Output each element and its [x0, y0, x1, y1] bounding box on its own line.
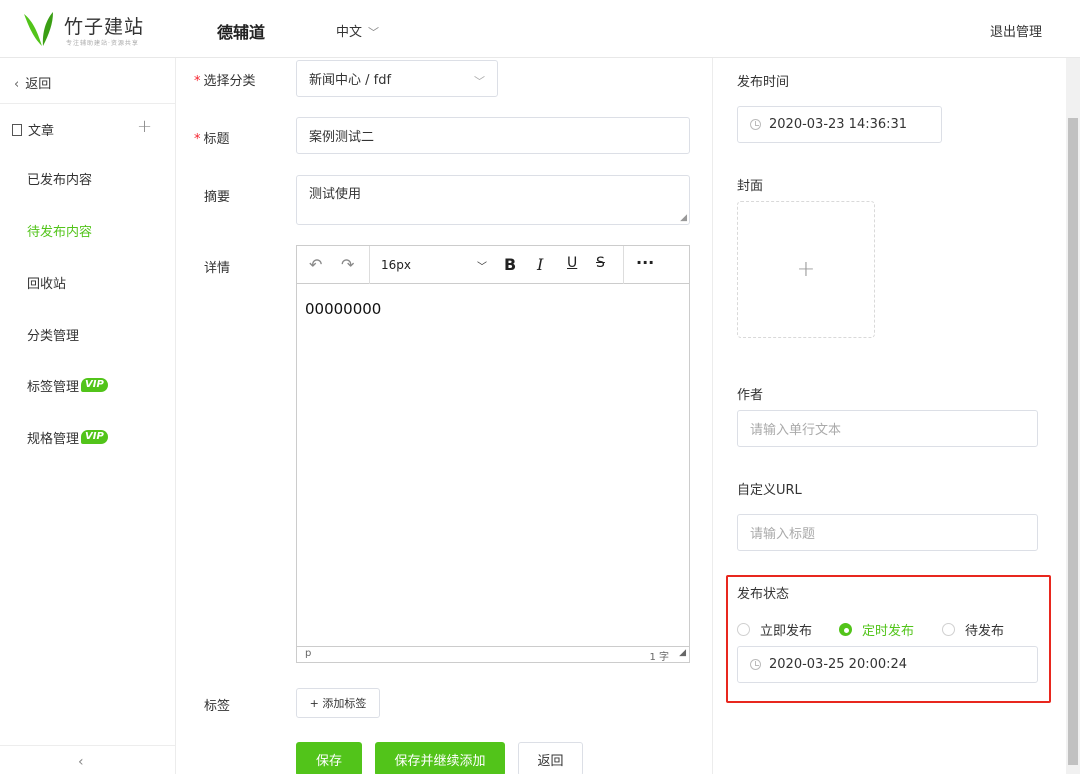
publish-time-value: 2020-03-23 14:36:31	[769, 117, 908, 132]
title-label-text: 标题	[203, 132, 230, 147]
author-label: 作者	[737, 388, 764, 403]
custom-url-placeholder: 请输入标题	[750, 527, 816, 542]
chevron-down-icon: ﹀	[474, 75, 485, 88]
sidebar-item-category[interactable]: 分类管理	[27, 325, 79, 344]
author-input[interactable]: 请输入单行文本	[737, 410, 1038, 447]
sidebar-item-tags[interactable]: 标签管理 VIP	[27, 376, 108, 395]
editor-statusbar: p 1 字 ◢	[297, 646, 689, 663]
back-button[interactable]: 返回	[518, 742, 583, 774]
chevron-down-icon: ﹀	[368, 26, 380, 39]
undo-icon[interactable]: ↶	[309, 255, 322, 274]
cover-label: 封面	[737, 179, 764, 194]
resize-handle-icon[interactable]: ◢	[680, 213, 687, 223]
radio-pending[interactable]: 待发布	[942, 620, 1004, 639]
category-label: * 选择分类	[194, 70, 256, 89]
custom-url-input[interactable]: 请输入标题	[737, 514, 1038, 551]
italic-icon[interactable]: I	[537, 255, 543, 274]
sidebar-item-published[interactable]: 已发布内容	[27, 169, 92, 188]
radio-dot	[942, 623, 955, 636]
sidebar-item-pending[interactable]: 待发布内容	[27, 221, 92, 240]
sidebar-item-label: 规格管理	[27, 432, 80, 447]
bamboo-leaf-icon	[24, 12, 53, 46]
panel-divider	[712, 58, 713, 774]
publish-time-picker[interactable]: 2020-03-23 14:36:31	[737, 106, 942, 143]
scheduled-time-value: 2020-03-25 20:00:24	[769, 657, 908, 672]
summary-label: 摘要	[204, 190, 231, 205]
page-scrollbar[interactable]	[1066, 58, 1080, 774]
tags-label: 标签	[204, 699, 231, 714]
radio-label: 立即发布	[760, 624, 813, 639]
document-icon	[12, 124, 22, 136]
toolbar-separator	[369, 246, 370, 284]
vip-badge: VIP	[81, 378, 108, 392]
required-mark: *	[194, 74, 201, 89]
language-select[interactable]: 中文 ﹀	[336, 21, 379, 40]
add-tag-button[interactable]: + 添加标签	[296, 688, 380, 718]
radio-dot	[839, 623, 852, 636]
radio-dot	[737, 623, 750, 636]
save-button[interactable]: 保存	[296, 742, 362, 774]
sidebar-back-label: 返回	[25, 77, 52, 92]
category-value: 新闻中心 / fdf	[309, 73, 392, 88]
more-icon[interactable]: ···	[636, 253, 654, 272]
category-select[interactable]: 新闻中心 / fdf ﹀	[296, 60, 498, 97]
logout-link[interactable]: 退出管理	[990, 21, 1042, 40]
clock-icon	[750, 659, 761, 670]
chevron-down-icon[interactable]: ﹀	[477, 258, 487, 273]
resize-handle-icon[interactable]: ◢	[679, 648, 686, 658]
language-label: 中文	[336, 25, 363, 40]
word-count: 1 字	[649, 652, 669, 663]
summary-value: 测试使用	[309, 187, 362, 202]
required-mark: *	[194, 132, 201, 147]
editor-content[interactable]: 00000000	[305, 300, 381, 318]
sidebar-section-label: 文章	[28, 124, 55, 139]
element-path: p	[305, 648, 312, 659]
title-value: 案例测试二	[309, 130, 375, 145]
detail-label: 详情	[204, 261, 231, 276]
sidebar-item-specs[interactable]: 规格管理 VIP	[27, 428, 108, 447]
font-size-select[interactable]: 16px	[381, 258, 411, 272]
brand-subtitle: 专注辅助建站·资源共享	[66, 40, 139, 47]
plus-icon: +	[796, 257, 816, 282]
category-label-text: 选择分类	[203, 74, 256, 89]
underline-icon[interactable]: U	[567, 255, 577, 271]
vip-badge: VIP	[81, 430, 108, 444]
summary-textarea[interactable]: 测试使用 ◢	[296, 175, 690, 225]
publish-status-label: 发布状态	[737, 587, 790, 602]
toolbar-separator	[623, 246, 624, 284]
sidebar-divider	[0, 103, 175, 104]
sidebar-back-link[interactable]: ‹ 返回	[14, 73, 51, 92]
sidebar-section-article[interactable]: 文章	[12, 120, 54, 139]
radio-label: 定时发布	[862, 624, 915, 639]
title-input[interactable]: 案例测试二	[296, 117, 690, 154]
save-continue-button[interactable]: 保存并继续添加	[375, 742, 505, 774]
sidebar-item-recycle[interactable]: 回收站	[27, 273, 66, 292]
site-name: 德辅道	[217, 23, 266, 42]
sidebar-bottom-divider	[0, 745, 175, 746]
chevron-left-icon: ‹	[14, 77, 20, 92]
radio-label: 待发布	[965, 624, 1005, 639]
scrollbar-thumb[interactable]	[1068, 118, 1078, 765]
brand-title: 竹子建站	[64, 16, 145, 38]
redo-icon[interactable]: ↷	[341, 255, 354, 274]
sidebar: ‹ 返回 文章 + 已发布内容 待发布内容 回收站 分类管理 标签管理 VIP 规格…	[0, 58, 176, 774]
add-article-plus-icon[interactable]: +	[137, 116, 152, 137]
collapse-sidebar-icon[interactable]: ‹	[78, 754, 84, 770]
scheduled-time-picker[interactable]: 2020-03-25 20:00:24	[737, 646, 1038, 683]
cover-upload[interactable]: +	[737, 201, 875, 338]
author-placeholder: 请输入单行文本	[750, 423, 842, 438]
radio-scheduled[interactable]: 定时发布	[839, 620, 914, 639]
brand-logo[interactable]: 竹子建站 专注辅助建站·资源共享	[22, 8, 162, 50]
title-label: * 标题	[194, 128, 230, 147]
radio-publish-now[interactable]: 立即发布	[737, 620, 812, 639]
bold-icon[interactable]: B	[504, 255, 516, 274]
rich-text-editor[interactable]: ↶ ↷ 16px ﹀ B I U S ··· 00000000 p 1 字 ◢	[296, 245, 690, 663]
custom-url-label: 自定义URL	[737, 483, 802, 498]
strikethrough-icon[interactable]: S	[596, 255, 605, 271]
publish-time-label: 发布时间	[737, 75, 790, 90]
sidebar-item-label: 标签管理	[27, 380, 80, 395]
top-header: 竹子建站 专注辅助建站·资源共享 德辅道 中文 ﹀ 退出管理	[0, 0, 1080, 58]
clock-icon	[750, 119, 761, 130]
editor-toolbar: ↶ ↷ 16px ﹀ B I U S ···	[297, 246, 689, 284]
